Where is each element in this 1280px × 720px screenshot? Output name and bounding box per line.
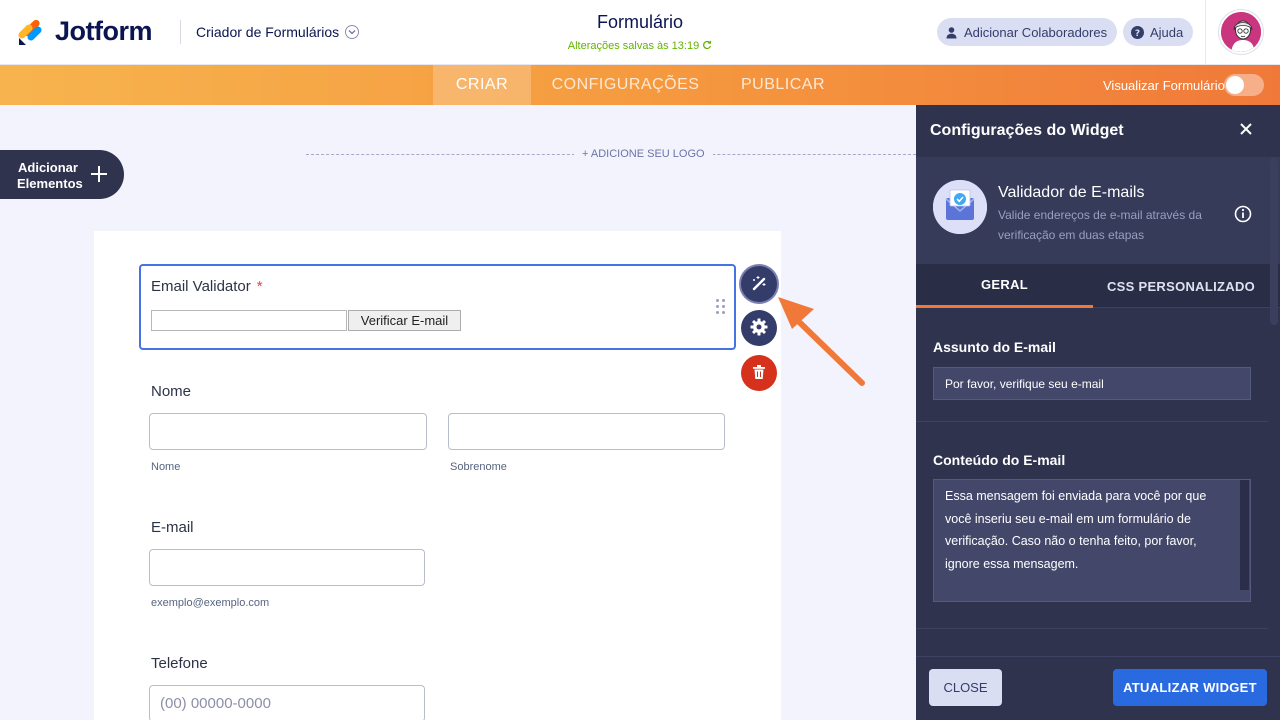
form-title[interactable]: Formulário bbox=[540, 12, 740, 33]
email-content-textarea[interactable]: Essa mensagem foi enviada para você por … bbox=[933, 479, 1251, 602]
tab-geral[interactable]: GERAL bbox=[916, 264, 1093, 308]
section-divider bbox=[916, 421, 1268, 422]
first-name-sublabel: Nome bbox=[151, 461, 181, 473]
close-panel-button[interactable] bbox=[1236, 120, 1256, 140]
email-subject-input[interactable]: Por favor, verifique seu e-mail bbox=[933, 367, 1251, 400]
email-validator-input[interactable] bbox=[151, 310, 347, 331]
widget-description: Valide endereços de e-mail através da ve… bbox=[998, 208, 1202, 242]
gear-icon bbox=[750, 318, 768, 339]
help-label: Ajuda bbox=[1150, 24, 1184, 40]
email-input[interactable] bbox=[149, 549, 425, 586]
add-elements-button[interactable]: Adicionar Elementos bbox=[0, 150, 124, 199]
phone-input[interactable]: (00) 00000-0000 bbox=[149, 685, 425, 720]
email-field-label: E-mail bbox=[151, 519, 194, 536]
brand-name: Jotform bbox=[55, 16, 153, 46]
add-collaborators-button[interactable]: Adicionar Colaboradores bbox=[937, 18, 1118, 46]
last-name-input[interactable] bbox=[448, 413, 725, 450]
jotform-logo[interactable]: Jotform bbox=[17, 16, 153, 47]
panel-title: Configurações do Widget bbox=[930, 122, 1124, 139]
tab-criar[interactable]: CRIAR bbox=[433, 65, 531, 105]
saved-status: Alterações salvas às 13:19 bbox=[490, 40, 790, 52]
phone-field-label: Telefone bbox=[151, 655, 208, 672]
user-avatar[interactable] bbox=[1219, 10, 1263, 54]
add-logo-link[interactable]: + ADICIONE SEU LOGO bbox=[574, 148, 713, 160]
builder-menu[interactable]: Criador de Formulários bbox=[196, 24, 360, 40]
toggle-knob bbox=[1226, 76, 1244, 94]
textarea-scrollbar[interactable] bbox=[1240, 480, 1249, 590]
close-icon bbox=[1239, 122, 1253, 139]
chevron-down-icon bbox=[345, 25, 360, 39]
email-subject-label: Assunto do E-mail bbox=[933, 339, 1056, 355]
email-validator-label-text: Email Validator bbox=[151, 278, 251, 295]
add-collaborators-label: Adicionar Colaboradores bbox=[964, 24, 1108, 40]
plus-icon bbox=[90, 161, 108, 187]
close-button[interactable]: CLOSE bbox=[929, 669, 1002, 706]
panel-scrollbar[interactable] bbox=[1270, 157, 1278, 325]
email-content-label: Conteúdo do E-mail bbox=[933, 452, 1066, 468]
jotform-logo-icon bbox=[17, 18, 43, 46]
builder-menu-label: Criador de Formulários bbox=[196, 24, 340, 40]
email-validator-field[interactable] bbox=[139, 264, 736, 350]
saved-status-text: Alterações salvas às 13:19 bbox=[567, 40, 700, 52]
info-icon[interactable] bbox=[1234, 205, 1252, 223]
preview-form-toggle[interactable] bbox=[1224, 74, 1264, 96]
tab-css-personalizado[interactable]: CSS PERSONALIZADO bbox=[1093, 264, 1269, 308]
trash-icon bbox=[751, 364, 767, 383]
last-name-sublabel: Sobrenome bbox=[450, 461, 507, 473]
phone-placeholder: (00) 00000-0000 bbox=[160, 695, 271, 712]
update-widget-button[interactable]: ATUALIZAR WIDGET bbox=[1113, 669, 1267, 706]
tab-publicar[interactable]: PUBLICAR bbox=[720, 65, 846, 105]
header-divider bbox=[180, 20, 181, 44]
svg-text:?: ? bbox=[1135, 29, 1140, 39]
refresh-icon bbox=[702, 40, 712, 52]
email-validator-widget-icon bbox=[933, 180, 987, 234]
widget-name: Validador de E-mails bbox=[998, 184, 1145, 201]
annotation-arrow-icon bbox=[770, 285, 870, 395]
help-icon: ? bbox=[1131, 25, 1144, 39]
email-sublabel: exemplo@exemplo.com bbox=[151, 597, 270, 609]
tab-configuracoes[interactable]: CONFIGURAÇÕES bbox=[531, 65, 720, 105]
name-field-label: Nome bbox=[151, 383, 192, 400]
email-validator-label: Email Validator * bbox=[151, 278, 263, 295]
drag-handle-icon[interactable] bbox=[716, 299, 726, 315]
user-icon bbox=[945, 26, 958, 39]
required-mark: * bbox=[256, 278, 263, 295]
preview-form-label: Visualizar Formulário bbox=[1103, 78, 1225, 93]
add-elements-label: Adicionar Elementos bbox=[17, 160, 83, 191]
email-subject-value: Por favor, verifique seu e-mail bbox=[945, 376, 1104, 391]
help-button[interactable]: ? Ajuda bbox=[1123, 18, 1194, 46]
section-divider bbox=[916, 628, 1268, 629]
avatar-divider bbox=[1205, 0, 1206, 64]
magic-wand-icon bbox=[750, 274, 768, 295]
first-name-input[interactable] bbox=[149, 413, 427, 450]
verify-email-button[interactable]: Verificar E-mail bbox=[348, 310, 461, 331]
